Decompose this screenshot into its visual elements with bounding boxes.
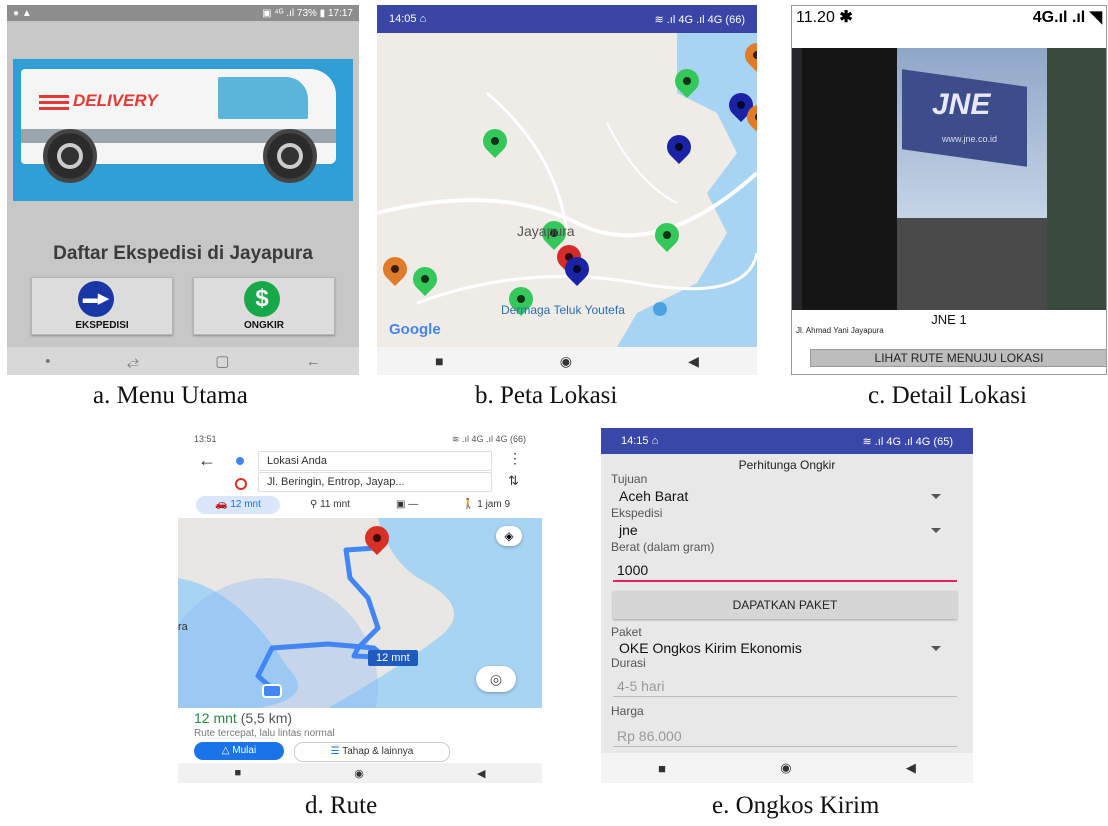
status-bar: 14:15 ⌂ ≋ .ıl 4G .ıl 4G (65) (601, 428, 973, 454)
recents-icon[interactable]: ⥄ (127, 353, 139, 370)
dapatkan-paket-button[interactable]: DAPATKAN PAKET (613, 591, 957, 619)
status-time: 11.20 (796, 9, 835, 26)
wheel-icon (263, 129, 317, 183)
mode-car-tab[interactable]: 🚗 12 mnt (196, 496, 280, 514)
back-icon[interactable]: ◀ (906, 760, 916, 776)
mode-walk-tab[interactable]: 🚶 1 jam 9 (462, 496, 510, 514)
caption-d: d. Rute (305, 792, 378, 819)
back-arrow-icon[interactable]: ← (198, 450, 216, 471)
home-icon[interactable]: ◉ (560, 353, 572, 370)
jne-sign: JNE (932, 88, 991, 121)
mode-transit-tab[interactable]: ▣ — (396, 496, 418, 514)
my-location-button[interactable]: ◎ (476, 666, 516, 692)
recents-icon[interactable]: ■ (435, 353, 443, 369)
route-summary: 12 mnt (5,5 km) Rute tercepat, lalu lint… (178, 708, 542, 762)
dropdown-arrow-icon (931, 494, 941, 499)
origin-field[interactable]: Lokasi Anda (258, 451, 492, 471)
nav-bar: ■ ◉ ◀ (601, 753, 973, 783)
map-city-label: Jayapura (517, 223, 575, 239)
nav-dot-icon[interactable]: • (45, 353, 50, 370)
harga-field: Rp 86.000 (613, 724, 957, 747)
recents-icon[interactable]: ■ (235, 767, 242, 779)
destination-field[interactable]: Jl. Beringin, Entrop, Jayap... (258, 472, 492, 492)
location-photo: JNE www.jne.co.id (792, 48, 1106, 310)
caption-c: c. Detail Lokasi (868, 382, 1027, 409)
status-time: 17:17 (327, 7, 353, 19)
dollar-icon: $ (244, 281, 280, 317)
nav-bar: ■ ◉ ◀ (377, 347, 757, 375)
home-icon[interactable]: ◉ (354, 767, 364, 780)
origin-dot-icon (236, 457, 244, 465)
ongkir-button[interactable]: $ ONGKIR (193, 277, 335, 335)
menu-icon[interactable]: ⋮ (508, 450, 522, 467)
steps-button[interactable]: ☰ Tahap & lainnya (294, 742, 450, 762)
status-time: 14:15 (621, 435, 649, 447)
summary-time: 12 mnt (194, 710, 237, 726)
status-bar: 13:51 ≋ .ıl 4G .ıl 4G (66) (194, 433, 526, 445)
caption-b: b. Peta Lokasi (475, 382, 618, 409)
panel-ongkos-kirim: 14:15 ⌂ ≋ .ıl 4G .ıl 4G (65) Perhitunga … (601, 428, 973, 783)
status-time: 13:51 (194, 434, 217, 444)
tujuan-select[interactable]: Aceh Barat (611, 486, 951, 506)
nav-bar: ■ ◉ ◀ (178, 763, 542, 783)
paket-select[interactable]: OKE Ongkos Kirim Ekonomis (611, 638, 951, 658)
destination-pin-icon (235, 478, 247, 490)
battery-level: 65 (937, 435, 950, 448)
navigation-icon: △ (221, 745, 230, 756)
delivery-label: DELIVERY (73, 91, 158, 110)
back-icon[interactable]: ◀ (477, 767, 485, 780)
location-address: Jl. Ahmad Yani Jayapura (796, 326, 884, 335)
dropdown-arrow-icon (931, 646, 941, 651)
back-icon[interactable]: ◀ (688, 353, 699, 370)
summary-note: Rute tercepat, lalu lintas normal (194, 728, 335, 739)
home-icon[interactable]: ◉ (780, 760, 791, 776)
caption-e: e. Ongkos Kirim (712, 792, 880, 819)
place-icon (653, 302, 667, 316)
caption-a: a. Menu Utama (93, 382, 248, 409)
berat-input[interactable]: 1000 (613, 558, 957, 582)
ekspedisi-select[interactable]: jne (611, 520, 951, 540)
back-icon[interactable]: ← (306, 353, 321, 370)
recents-icon[interactable]: ■ (658, 761, 666, 776)
mode-bike-tab[interactable]: ⚲ 11 mnt (310, 496, 350, 514)
route-time-badge: 12 mnt (368, 650, 418, 666)
map-place-label: Dermaga Teluk Youtefa (501, 303, 625, 317)
panel-rute: 13:51 ≋ .ıl 4G .ıl 4G (66) ← Lokasi Anda… (178, 428, 542, 783)
delivery-truck-image: DELIVERY (13, 59, 353, 201)
battery-level: 73% (296, 7, 317, 19)
map-view[interactable] (377, 33, 757, 347)
panel-peta-lokasi: 14:05 ⌂ ≋ .ıl 4G .ıl 4G (66) Jayapura De… (377, 5, 757, 375)
wheel-icon (43, 129, 97, 183)
dropdown-arrow-icon (931, 528, 941, 533)
start-button[interactable]: △ Mulai (194, 742, 284, 760)
truck-icon: ▬▶ (78, 281, 114, 317)
panel-menu-utama: ● ▲ ▣ ⁴ᴳ .ıl 73% ▮ 17:17 DELIVERY Daftar… (7, 5, 359, 375)
panel-detail-lokasi: 11.20 ✱ 4G.ıl .ıl ◥ JNE www.jne.co.id JN… (791, 5, 1107, 375)
layers-button[interactable]: ◈ (496, 526, 522, 546)
summary-distance: (5,5 km) (240, 710, 293, 726)
location-name: JNE 1 (931, 312, 967, 327)
form-title: Perhitunga Ongkir (738, 458, 836, 472)
swap-icon[interactable]: ⇅ (508, 473, 519, 489)
nav-bar: • ⥄ ▢ ← (7, 347, 359, 375)
list-icon: ☰ (330, 746, 340, 757)
ekspedisi-button[interactable]: ▬▶ EKSPEDISI (31, 277, 173, 335)
route-button[interactable]: LIHAT RUTE MENUJU LOKASI (810, 349, 1106, 367)
battery-level: 66 (729, 13, 742, 26)
durasi-field: 4-5 hari (613, 674, 957, 697)
google-logo: Google (389, 321, 441, 338)
status-bar: 11.20 ✱ 4G.ıl .ıl ◥ (792, 6, 1106, 28)
page-heading: Daftar Ekspedisi di Jayapura (53, 243, 313, 264)
status-bar: ● ▲ ▣ ⁴ᴳ .ıl 73% ▮ 17:17 (7, 5, 359, 21)
car-location-icon (262, 684, 282, 698)
status-time: 14:05 (389, 13, 417, 25)
home-icon[interactable]: ▢ (215, 352, 229, 370)
status-bar: 14:05 ⌂ ≋ .ıl 4G .ıl 4G (66) (377, 5, 757, 33)
battery-level: 66 (512, 433, 523, 444)
status-icons-left: ● ▲ (13, 7, 32, 19)
